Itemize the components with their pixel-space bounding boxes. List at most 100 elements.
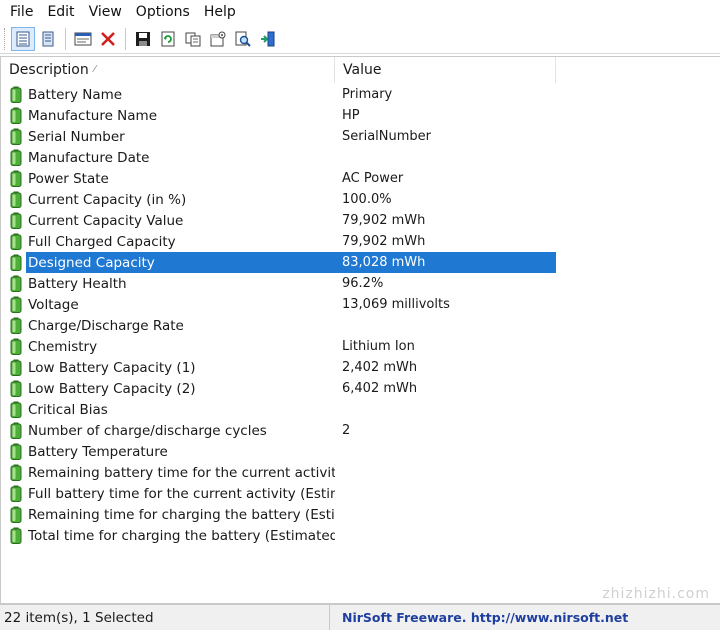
table-row[interactable]: Current Capacity (in %) 100.0%: [1, 189, 720, 210]
table-row[interactable]: Power State AC Power: [1, 168, 720, 189]
battery-icon: [10, 338, 22, 355]
description-cell: Serial Number: [1, 128, 335, 145]
battery-icon: [10, 296, 22, 313]
row-description: Full Charged Capacity: [28, 233, 176, 250]
battery-icon: [10, 485, 22, 502]
row-description: Remaining time for charging the battery …: [28, 506, 335, 523]
row-description: Chemistry: [28, 338, 98, 355]
battery-icon: [10, 401, 22, 418]
battery-icon: [10, 233, 22, 250]
row-value: 100.0%: [342, 192, 392, 207]
battery-icon: [10, 359, 22, 376]
table-row[interactable]: Battery Temperature: [1, 441, 720, 462]
row-value: 79,902 mWh: [342, 213, 426, 228]
toolbar-separator: [125, 27, 126, 50]
row-description: Battery Temperature: [28, 443, 168, 460]
delete-icon: [101, 31, 115, 46]
menu-help[interactable]: Help: [197, 0, 243, 24]
table-row[interactable]: Critical Bias: [1, 399, 720, 420]
battery-icon: [10, 254, 22, 271]
description-cell: Voltage: [1, 296, 335, 313]
table-row[interactable]: Manufacture Name HP: [1, 105, 720, 126]
row-value: Lithium Ion: [342, 339, 415, 354]
description-cell: Low Battery Capacity (2): [1, 380, 335, 397]
menu-edit[interactable]: Edit: [40, 0, 81, 24]
copy-button[interactable]: [181, 27, 205, 51]
report-view-button[interactable]: [36, 27, 60, 51]
row-description: Full battery time for the current activi…: [28, 485, 335, 502]
table-row[interactable]: Low Battery Capacity (2) 6,402 mWh: [1, 378, 720, 399]
table-row[interactable]: Remaining time for charging the battery …: [1, 504, 720, 525]
description-cell: Low Battery Capacity (1): [1, 359, 335, 376]
row-description: Total time for charging the battery (Est…: [28, 527, 335, 544]
toolbar: [0, 24, 720, 54]
grid-lines-view-button[interactable]: [11, 26, 35, 51]
row-value: 83,028 mWh: [342, 255, 426, 270]
battery-info-list[interactable]: Description ⁄ Value Battery Name Primary M…: [0, 56, 720, 604]
copy-icon: [185, 32, 201, 46]
battery-icon: [10, 191, 22, 208]
status-bar: 22 item(s), 1 Selected NirSoft Freeware.…: [0, 604, 720, 630]
column-header-description[interactable]: Description ⁄: [1, 57, 335, 83]
properties-button[interactable]: [206, 27, 230, 51]
row-description: Battery Name: [28, 86, 123, 103]
column-header-description-label: Description: [9, 62, 89, 78]
table-row[interactable]: Designed Capacity 83,028 mWh: [1, 252, 720, 273]
table-row[interactable]: Number of charge/discharge cycles 2: [1, 420, 720, 441]
find-button[interactable]: [231, 27, 255, 51]
table-row[interactable]: Total time for charging the battery (Est…: [1, 525, 720, 546]
delete-button[interactable]: [96, 27, 120, 51]
menu-view[interactable]: View: [82, 0, 129, 24]
table-row[interactable]: Low Battery Capacity (1) 2,402 mWh: [1, 357, 720, 378]
menu-bar: File Edit View Options Help: [0, 0, 720, 24]
description-cell: Current Capacity Value: [1, 212, 335, 229]
battery-icon: [10, 317, 22, 334]
table-row[interactable]: Remaining battery time for the current a…: [1, 462, 720, 483]
battery-icon: [10, 170, 22, 187]
description-cell: Critical Bias: [1, 401, 335, 418]
table-row[interactable]: Battery Health 96.2%: [1, 273, 720, 294]
row-value: 2: [342, 423, 351, 438]
table-row[interactable]: Full battery time for the current activi…: [1, 483, 720, 504]
table-row[interactable]: Voltage 13,069 millivolts: [1, 294, 720, 315]
battery-icon: [10, 128, 22, 145]
row-description: Voltage: [28, 296, 79, 313]
list-rows: Battery Name Primary Manufacture Name HP Ser…: [1, 84, 720, 546]
html-report-button[interactable]: [71, 27, 95, 51]
battery-icon: [10, 527, 22, 544]
table-row[interactable]: Full Charged Capacity 79,902 mWh: [1, 231, 720, 252]
battery-icon: [10, 380, 22, 397]
row-value: 2,402 mWh: [342, 360, 418, 375]
refresh-button[interactable]: [156, 27, 180, 51]
menu-options[interactable]: Options: [129, 0, 197, 24]
sort-ascending-icon: ⁄: [94, 64, 96, 75]
save-button[interactable]: [131, 27, 155, 51]
row-value: AC Power: [342, 171, 404, 186]
table-row[interactable]: Manufacture Date: [1, 147, 720, 168]
row-description: Number of charge/discharge cycles: [28, 422, 267, 439]
table-row[interactable]: Chemistry Lithium Ion: [1, 336, 720, 357]
toolbar-grip[interactable]: [4, 27, 7, 50]
refresh-icon: [161, 31, 175, 46]
status-item-count: 22 item(s), 1 Selected: [0, 604, 330, 630]
row-value: 13,069 millivolts: [342, 297, 450, 312]
column-header-value[interactable]: Value: [335, 57, 556, 83]
exit-button[interactable]: [256, 27, 280, 51]
save-icon: [136, 31, 150, 46]
table-row[interactable]: Serial Number SerialNumber: [1, 126, 720, 147]
column-header-value-label: Value: [343, 62, 382, 78]
battery-icon: [10, 443, 22, 460]
table-row[interactable]: Current Capacity Value 79,902 mWh: [1, 210, 720, 231]
menu-file[interactable]: File: [3, 0, 40, 24]
row-value: SerialNumber: [342, 129, 432, 144]
table-row[interactable]: Charge/Discharge Rate: [1, 315, 720, 336]
status-credit-link[interactable]: NirSoft Freeware. http://www.nirsoft.net: [330, 610, 628, 625]
row-value: 96.2%: [342, 276, 384, 291]
properties-icon: [210, 31, 226, 46]
battery-icon: [10, 506, 22, 523]
table-row[interactable]: Battery Name Primary: [1, 84, 720, 105]
row-description: Low Battery Capacity (2): [28, 380, 196, 397]
row-value: 79,902 mWh: [342, 234, 426, 249]
description-cell: Charge/Discharge Rate: [1, 317, 335, 334]
description-cell: Manufacture Name: [1, 107, 335, 124]
